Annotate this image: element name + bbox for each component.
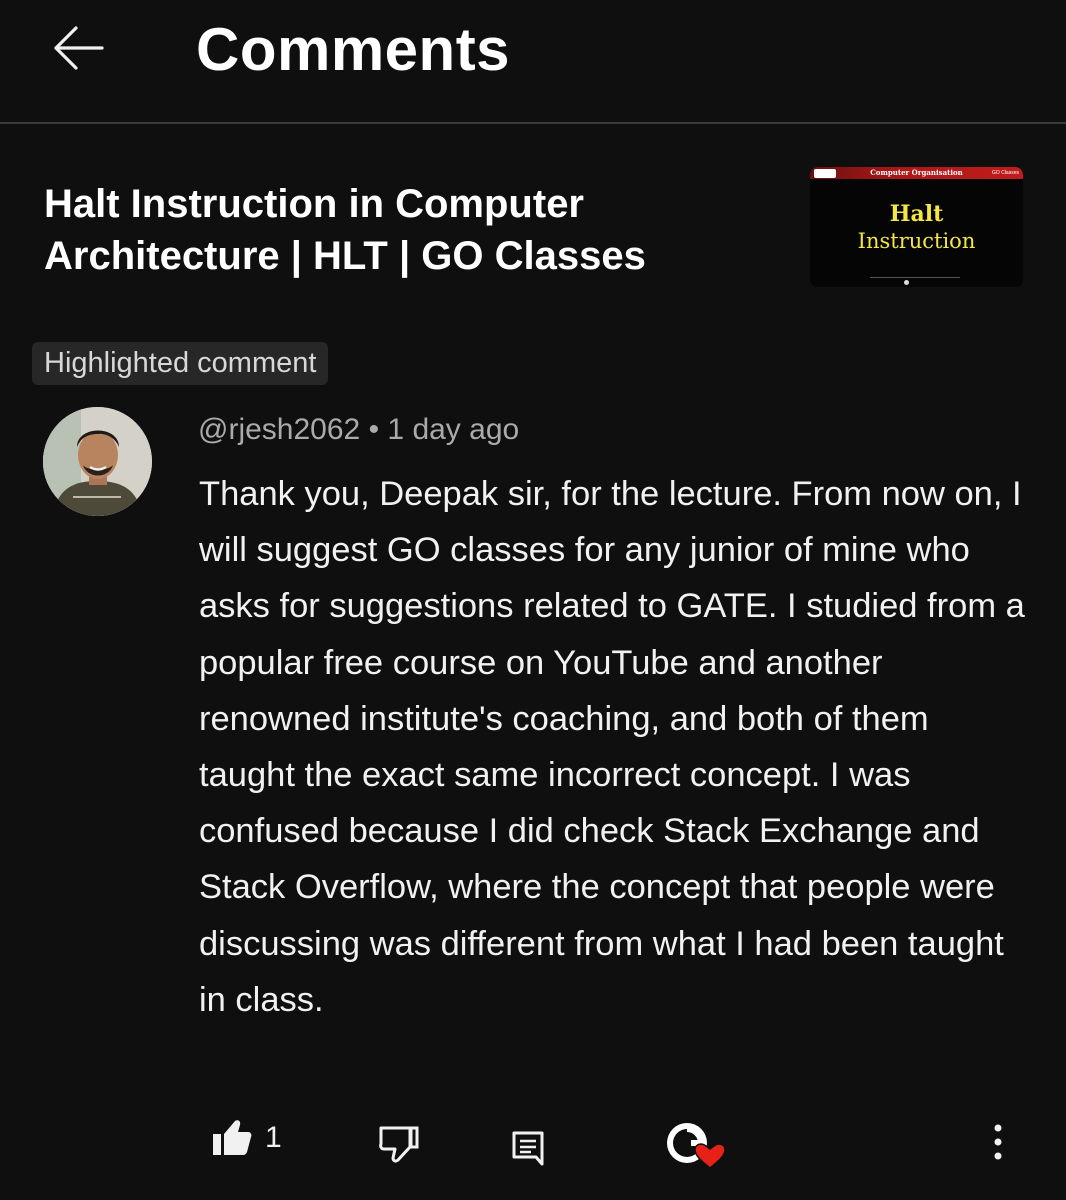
comment-text: Thank you, Deepak sir, for the lecture. …: [199, 475, 1025, 1019]
highlighted-comment-badge: Highlighted comment: [32, 342, 329, 385]
video-thumbnail[interactable]: Computer Organisation GO Classes Halt In…: [810, 167, 1023, 287]
creator-heart-icon: [667, 1123, 726, 1169]
more-vertical-icon: [994, 1124, 1002, 1160]
thumbnail-divider: [870, 277, 960, 278]
creator-heart: [664, 1120, 726, 1170]
like-count: 1: [265, 1121, 282, 1154]
thumbs-down-icon: [379, 1126, 419, 1163]
like-button[interactable]: 1: [211, 1118, 282, 1158]
thumbnail-title-line2: Instruction: [857, 229, 976, 253]
thumbnail-brand: GO Classes: [992, 170, 1019, 176]
page-title: Comments: [196, 16, 511, 83]
thumbs-up-icon: [213, 1120, 252, 1155]
avatar-image: [43, 407, 152, 516]
video-title[interactable]: Halt Instruction in Computer Architectur…: [44, 178, 744, 282]
comment-author[interactable]: @rjesh2062: [198, 413, 360, 446]
thumbnail-course: Computer Organisation: [870, 168, 963, 177]
thumbnail-title-line1: Halt: [889, 201, 944, 227]
meta-separator: •: [368, 413, 380, 446]
reply-button[interactable]: [511, 1130, 545, 1166]
comment-header: @rjesh2062 • 1 day ago: [198, 410, 519, 450]
top-app-bar: Comments: [0, 0, 1066, 124]
arrow-left-icon: [54, 26, 104, 70]
back-button[interactable]: [46, 20, 110, 76]
comment-reply-icon: [512, 1131, 544, 1166]
comment-timestamp: 1 day ago: [387, 413, 520, 446]
thumbnail-footer-logo: [904, 280, 909, 285]
avatar[interactable]: [43, 407, 152, 516]
more-options-button[interactable]: [989, 1122, 1007, 1162]
dislike-button[interactable]: [378, 1124, 420, 1164]
